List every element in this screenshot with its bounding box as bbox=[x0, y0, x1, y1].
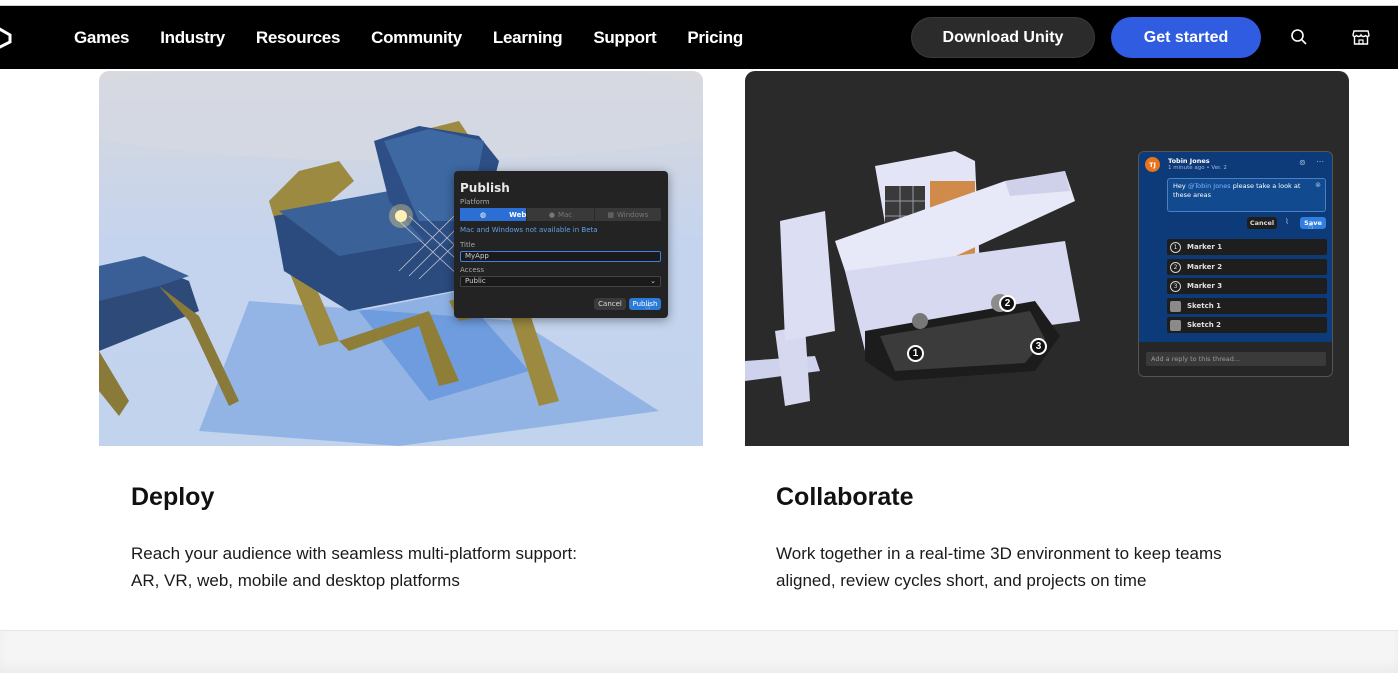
comment-thread-panel: TJ Tobin Jones 1 minute ago • Ver. 2 ⊚ ⋯… bbox=[1138, 151, 1333, 377]
collaborate-card-image: 1 2 3 TJ Tobin Jones 1 minute ago • Ver.… bbox=[745, 71, 1349, 446]
deploy-description: Reach your audience with seamless multi-… bbox=[131, 540, 671, 594]
comment-author: Tobin Jones bbox=[1168, 157, 1210, 165]
title-label: Title bbox=[460, 241, 476, 249]
globe-icon: ◍ bbox=[479, 210, 487, 219]
platform-web-option[interactable]: ◍ Web bbox=[460, 208, 528, 221]
nav-link-community[interactable]: Community bbox=[371, 28, 462, 48]
marker-number: 3 bbox=[1170, 280, 1181, 292]
nav-link-industry[interactable]: Industry bbox=[160, 28, 225, 48]
list-item[interactable]: 2 Marker 2 bbox=[1167, 259, 1327, 275]
list-item-label: Marker 2 bbox=[1187, 263, 1223, 271]
list-item-label: Marker 1 bbox=[1187, 243, 1223, 251]
sketch-thumbnail-icon bbox=[1170, 319, 1181, 331]
scene-marker-1[interactable]: 1 bbox=[907, 345, 924, 362]
deploy-title: Deploy bbox=[131, 483, 215, 511]
top-navigation-bar: Games Industry Resources Community Learn… bbox=[0, 6, 1398, 69]
comment-prefix: Hey bbox=[1173, 182, 1186, 190]
collaborate-description: Work together in a real-time 3D environm… bbox=[776, 540, 1316, 594]
nav-link-games[interactable]: Games bbox=[74, 28, 130, 48]
list-item-label: Sketch 2 bbox=[1187, 321, 1222, 329]
deploy-card-image: Publish Platform ◍ Web ● Mac ▦ Windows Mac … bbox=[99, 71, 703, 446]
platform-segmented-control: ◍ Web ● Mac ▦ Windows bbox=[460, 208, 661, 221]
deploy-description-line: Reach your audience with seamless multi-… bbox=[131, 544, 577, 563]
nav-link-learning[interactable]: Learning bbox=[493, 28, 563, 48]
main-nav-links: Games Industry Resources Community Learn… bbox=[74, 6, 774, 69]
scene-marker-2[interactable]: 2 bbox=[999, 295, 1016, 312]
marker-number: 2 bbox=[1170, 261, 1181, 273]
nav-link-support[interactable]: Support bbox=[593, 28, 656, 48]
title-input[interactable]: MyApp bbox=[460, 251, 661, 262]
publish-dialog: Publish Platform ◍ Web ● Mac ▦ Windows Mac … bbox=[454, 171, 668, 318]
platform-windows-option[interactable]: ▦ Windows bbox=[595, 208, 661, 221]
next-section-band bbox=[0, 630, 1398, 673]
access-label: Access bbox=[460, 266, 484, 274]
platform-label: Platform bbox=[460, 198, 490, 206]
beta-note: Mac and Windows not available in Beta bbox=[460, 226, 598, 234]
collaborate-description-line: Work together in a real-time 3D environm… bbox=[776, 544, 1222, 563]
comment-box[interactable]: Hey @Tobin Jones please take a look at t… bbox=[1167, 178, 1326, 212]
list-item[interactable]: 1 Marker 1 bbox=[1167, 239, 1327, 255]
list-item-label: Sketch 1 bbox=[1187, 302, 1222, 310]
nav-link-pricing[interactable]: Pricing bbox=[687, 28, 743, 48]
scene-marker-3[interactable]: 3 bbox=[1030, 338, 1047, 355]
more-options-icon[interactable]: ⋯ bbox=[1316, 157, 1324, 166]
comment-cancel-button[interactable]: Cancel bbox=[1247, 217, 1277, 229]
unity-logo-icon[interactable] bbox=[0, 24, 12, 50]
deploy-description-line: AR, VR, web, mobile and desktop platform… bbox=[131, 571, 460, 590]
resolve-icon[interactable]: ⊚ bbox=[1299, 158, 1306, 167]
list-item[interactable]: Sketch 1 bbox=[1167, 298, 1327, 314]
list-item[interactable]: Sketch 2 bbox=[1167, 317, 1327, 333]
comment-meta: 1 minute ago • Ver. 2 bbox=[1168, 165, 1227, 171]
store-icon[interactable] bbox=[1352, 28, 1370, 46]
reply-input[interactable]: Add a reply to this thread... bbox=[1146, 352, 1326, 366]
cursor-pointer-icon: ☝ bbox=[645, 302, 651, 312]
comment-mention[interactable]: @Tobin Jones bbox=[1188, 182, 1231, 190]
collaborate-description-line: aligned, review cycles short, and projec… bbox=[776, 571, 1147, 590]
list-item-label: Marker 3 bbox=[1187, 282, 1223, 290]
avatar: TJ bbox=[1145, 157, 1160, 172]
access-select-value: Public bbox=[465, 277, 486, 285]
list-item[interactable]: 3 Marker 3 bbox=[1167, 278, 1327, 294]
search-icon[interactable] bbox=[1290, 28, 1308, 46]
attach-icon[interactable]: ⌇ bbox=[1285, 217, 1289, 226]
collaborate-title: Collaborate bbox=[776, 483, 914, 511]
cursor-pointer-icon: ☝ bbox=[1308, 222, 1314, 232]
windows-icon: ▦ bbox=[607, 210, 614, 219]
access-select[interactable]: Public ⌄ bbox=[460, 276, 661, 287]
apple-icon: ● bbox=[548, 210, 555, 219]
marker-number: 1 bbox=[1170, 241, 1181, 253]
sketch-thumbnail-icon bbox=[1170, 300, 1181, 312]
cancel-button[interactable]: Cancel bbox=[594, 298, 626, 310]
clear-icon[interactable]: ⊗ bbox=[1315, 181, 1321, 190]
get-started-button[interactable]: Get started bbox=[1111, 17, 1261, 58]
platform-mac-option[interactable]: ● Mac bbox=[527, 208, 595, 221]
chevron-down-icon: ⌄ bbox=[650, 277, 656, 285]
nav-link-resources[interactable]: Resources bbox=[256, 28, 341, 48]
publish-dialog-title: Publish bbox=[460, 181, 510, 195]
download-unity-button[interactable]: Download Unity bbox=[911, 17, 1095, 58]
